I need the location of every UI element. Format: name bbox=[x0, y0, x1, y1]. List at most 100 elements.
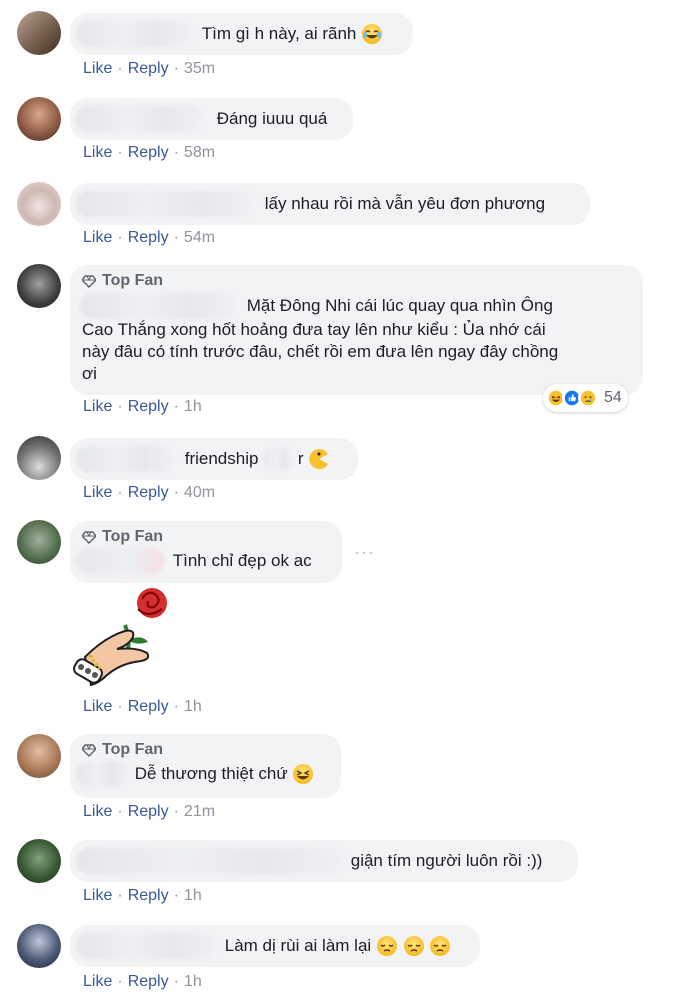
separator: · bbox=[117, 887, 123, 904]
avatar[interactable] bbox=[17, 97, 61, 141]
comment-text: Tìm gì h này, ai rãnh bbox=[201, 24, 357, 43]
separator: · bbox=[173, 144, 179, 161]
like-link[interactable]: Like bbox=[83, 973, 112, 990]
sad-reaction-icon bbox=[578, 388, 598, 408]
comment-bubble: Top Fan Mặt Đông Nhi cái lúc quay qua nh… bbox=[70, 265, 643, 395]
comment-text: Tình chỉ đẹp ok ac bbox=[172, 551, 312, 570]
pensive-emoji bbox=[376, 936, 397, 956]
separator: · bbox=[117, 398, 123, 415]
comment-time[interactable]: 35m bbox=[184, 60, 215, 77]
avatar[interactable] bbox=[17, 734, 61, 778]
reaction-count: 54 bbox=[604, 389, 622, 406]
like-link[interactable]: Like bbox=[83, 398, 112, 415]
reactions-summary[interactable]: 54 bbox=[543, 384, 628, 412]
separator: · bbox=[173, 60, 179, 77]
comment-bubble: Làm dị rùi ai làm lại bbox=[70, 925, 480, 967]
comment-text-line-1: Mặt Đông Nhi cái lúc quay qua nhìn Ông bbox=[246, 296, 553, 315]
hand-holding-rose-sticker[interactable] bbox=[70, 585, 175, 695]
comment-actions: Like · Reply · 58m bbox=[83, 144, 215, 162]
more-options-icon[interactable]: ··· bbox=[354, 542, 375, 563]
top-fan-badge: Top Fan bbox=[82, 271, 631, 291]
separator: · bbox=[173, 484, 179, 501]
top-fan-label: Top Fan bbox=[102, 528, 164, 545]
avatar[interactable] bbox=[17, 520, 61, 564]
like-link[interactable]: Like bbox=[83, 229, 112, 246]
comment-text: giận tím người luôn rồi :)) bbox=[350, 851, 543, 870]
like-link[interactable]: Like bbox=[83, 60, 112, 77]
redacted-author-name[interactable] bbox=[76, 848, 344, 874]
comment-actions: Like · Reply · 21m bbox=[83, 803, 215, 821]
diamond-icon bbox=[82, 744, 96, 757]
comment-text: friendship bbox=[184, 449, 259, 468]
comment-bubble: giận tím người luôn rồi :)) bbox=[70, 840, 578, 882]
redacted-text bbox=[263, 448, 294, 470]
diamond-icon bbox=[82, 531, 96, 544]
separator: · bbox=[173, 803, 179, 820]
separator: · bbox=[117, 229, 123, 246]
comment-text-line-3: này đâu có tính trước đâu, chết rồi em đ… bbox=[82, 342, 559, 361]
comment-actions: Like · Reply · 40m bbox=[83, 484, 215, 502]
separator: · bbox=[117, 484, 123, 501]
comment-time[interactable]: 1h bbox=[184, 398, 202, 415]
redacted-author-name[interactable] bbox=[80, 293, 238, 319]
comment-text: Đáng iuuu quá bbox=[216, 109, 328, 128]
comment-time[interactable]: 54m bbox=[184, 229, 215, 246]
comment-time[interactable]: 1h bbox=[184, 698, 202, 715]
comment-time[interactable]: 1h bbox=[184, 887, 202, 904]
redacted-author-name[interactable] bbox=[76, 446, 174, 472]
avatar[interactable] bbox=[17, 11, 61, 55]
comment-time[interactable]: 21m bbox=[184, 803, 215, 820]
like-link[interactable]: Like bbox=[83, 887, 112, 904]
comment-time[interactable]: 58m bbox=[184, 144, 215, 161]
comment-text: Dễ thương thiệt chứ bbox=[134, 764, 288, 783]
comment-bubble: lấy nhau rồi mà vẫn yêu đơn phương bbox=[70, 183, 590, 225]
separator: · bbox=[173, 887, 179, 904]
avatar[interactable] bbox=[17, 182, 61, 226]
comment-actions: Like · Reply · 54m bbox=[83, 229, 215, 247]
redacted-author-name[interactable] bbox=[76, 106, 204, 132]
comment-bubble: Đáng iuuu quá bbox=[70, 98, 353, 140]
separator: · bbox=[117, 60, 123, 77]
avatar[interactable] bbox=[17, 839, 61, 883]
comment-text-line-4: ơi bbox=[82, 364, 97, 383]
reply-link[interactable]: Reply bbox=[128, 60, 169, 77]
redacted-author-name[interactable] bbox=[76, 191, 254, 217]
reply-link[interactable]: Reply bbox=[128, 698, 169, 715]
redacted-author-name[interactable] bbox=[76, 933, 216, 959]
top-fan-label: Top Fan bbox=[102, 741, 164, 758]
separator: · bbox=[117, 803, 123, 820]
redacted-author-name[interactable] bbox=[76, 21, 191, 47]
like-link[interactable]: Like bbox=[83, 144, 112, 161]
reply-link[interactable]: Reply bbox=[128, 144, 169, 161]
reply-link[interactable]: Reply bbox=[128, 973, 169, 990]
comment-bubble: Top Fan Tình chỉ đẹp ok ac bbox=[70, 521, 342, 583]
rolling-laughing-emoji bbox=[362, 24, 383, 44]
comment-time[interactable]: 40m bbox=[184, 484, 215, 501]
reply-link[interactable]: Reply bbox=[128, 887, 169, 904]
reply-link[interactable]: Reply bbox=[128, 229, 169, 246]
avatar[interactable] bbox=[17, 924, 61, 968]
reply-link[interactable]: Reply bbox=[128, 803, 169, 820]
separator: · bbox=[117, 698, 123, 715]
comment-bubble: Tìm gì h này, ai rãnh bbox=[70, 13, 413, 55]
top-fan-badge: Top Fan bbox=[82, 740, 329, 760]
comment-actions: Like · Reply · 35m bbox=[83, 60, 215, 78]
avatar[interactable] bbox=[17, 264, 61, 308]
comment-text-end: r bbox=[297, 449, 304, 468]
redacted-author-name[interactable] bbox=[76, 761, 128, 787]
top-fan-label: Top Fan bbox=[102, 272, 164, 289]
separator: · bbox=[173, 973, 179, 990]
avatar[interactable] bbox=[17, 436, 61, 480]
comment-time[interactable]: 1h bbox=[184, 973, 202, 990]
like-link[interactable]: Like bbox=[83, 484, 112, 501]
comment-actions: Like · Reply · 1h bbox=[83, 973, 202, 991]
top-fan-badge: Top Fan bbox=[82, 527, 330, 547]
comment-text: Làm dị rùi ai làm lại bbox=[224, 936, 372, 955]
like-link[interactable]: Like bbox=[83, 803, 112, 820]
like-link[interactable]: Like bbox=[83, 698, 112, 715]
reply-link[interactable]: Reply bbox=[128, 398, 169, 415]
comment-actions: Like · Reply · 1h bbox=[83, 398, 202, 416]
reply-link[interactable]: Reply bbox=[128, 484, 169, 501]
separator: · bbox=[117, 144, 123, 161]
redacted-author-name[interactable] bbox=[76, 548, 164, 574]
